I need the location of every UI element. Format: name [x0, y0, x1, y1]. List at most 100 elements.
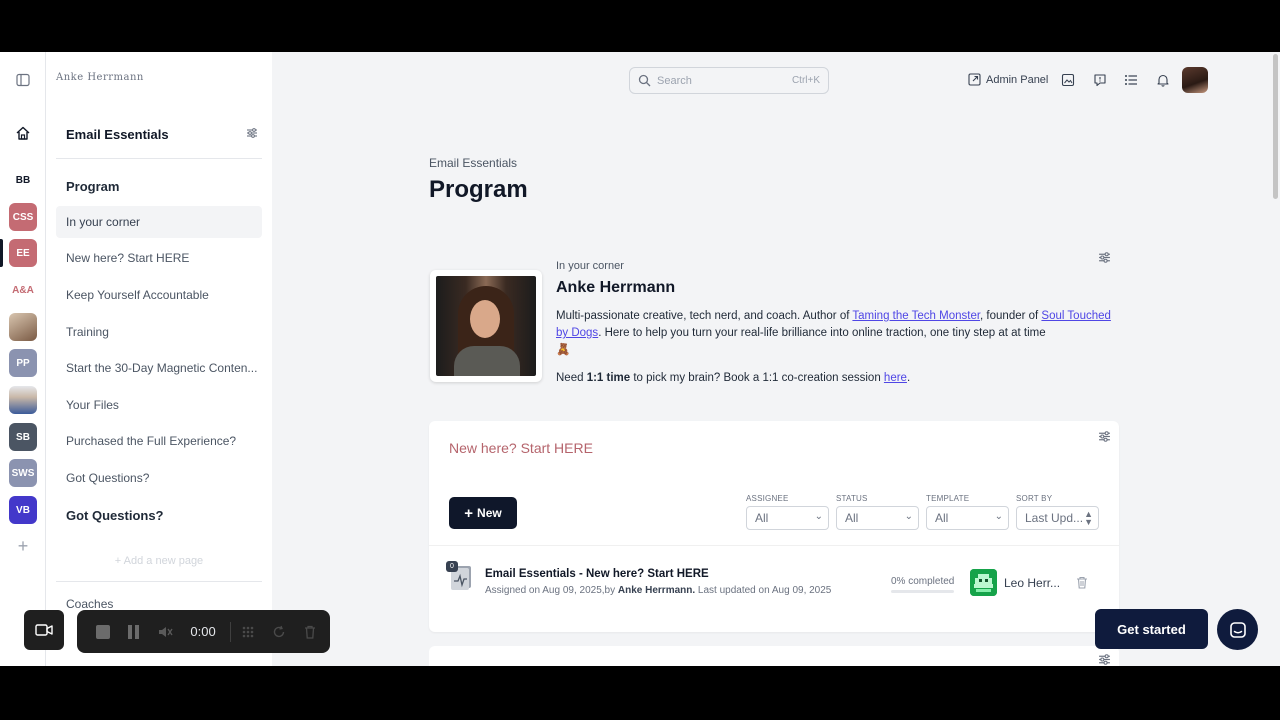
sidebar-item-new-here[interactable]: New here? Start HERE [56, 242, 262, 274]
card-settings-icon[interactable] [1098, 430, 1111, 448]
workspace-avatar-1[interactable] [9, 313, 37, 341]
select-value: All [845, 511, 859, 525]
external-link-icon [968, 73, 981, 86]
pause-recording-button[interactable] [122, 620, 145, 644]
home-icon[interactable] [9, 119, 37, 147]
feedback-icon[interactable] [1092, 72, 1108, 88]
assignee-avatar[interactable] [970, 569, 997, 596]
camera-toggle-button[interactable] [24, 610, 64, 650]
workspace-pp[interactable]: PP [9, 349, 37, 377]
sidebar-item-label: New here? Start HERE [66, 251, 190, 265]
brand-logo: Anke Herrmann [56, 72, 144, 83]
template-filter: TEMPLATE All ⌄ [926, 494, 1009, 530]
page-scrollbar[interactable] [1273, 54, 1278, 199]
search-input[interactable]: Search Ctrl+K [629, 67, 829, 94]
sidebar-item-got-questions-section[interactable]: Got Questions? [56, 499, 262, 531]
sort-select[interactable]: Last Upd... ▲ ▼ [1016, 506, 1099, 530]
booking-emphasis: 1:1 time [586, 372, 631, 384]
workspace-label: A&A [12, 284, 34, 296]
discard-button[interactable] [299, 620, 322, 644]
sidebar-item-label: Purchased the Full Experience? [66, 434, 237, 448]
workspace-ee[interactable]: EE [9, 239, 37, 267]
chevron-down-icon: ⌄ [904, 511, 913, 522]
sidebar-item-full-experience[interactable]: Purchased the Full Experience? [56, 425, 262, 457]
admin-panel-label: Admin Panel [986, 73, 1049, 86]
workspace-label: EE [16, 247, 30, 259]
page-title: Program [429, 176, 528, 203]
search-placeholder: Search [657, 74, 692, 87]
sidebar-toggle-icon[interactable] [16, 73, 30, 92]
sidebar-item-label: Keep Yourself Accountable [66, 288, 209, 302]
sidebar-item-30-day[interactable]: Start the 30-Day Magnetic Conten... [56, 352, 262, 384]
profile-bio: Multi-passionate creative, tech nerd, an… [556, 308, 1112, 359]
workspace-label: PP [16, 357, 30, 369]
workspace-label: SB [16, 431, 30, 443]
task-meta: Assigned on Aug 09, 2025,by Anke Herrman… [485, 585, 831, 596]
new-task-button[interactable]: + New [449, 497, 517, 529]
delete-trash-icon[interactable] [1076, 576, 1088, 594]
task-title-link[interactable]: Email Essentials - New here? Start HERE [485, 568, 709, 580]
sidebar-item-in-your-corner[interactable]: In your corner [56, 206, 262, 238]
sidebar-settings-icon[interactable] [246, 126, 258, 144]
progress-label: 0% completed [891, 576, 955, 587]
add-page-button[interactable]: + Add a new page [56, 549, 262, 573]
assignee-name: Leo Herr... [1004, 576, 1061, 590]
user-avatar[interactable] [1182, 67, 1208, 93]
image-icon[interactable] [1060, 72, 1076, 88]
grid-button[interactable] [237, 620, 260, 644]
task-count-badge: 0 [446, 561, 458, 572]
chat-icon [1229, 621, 1247, 639]
breadcrumb[interactable]: Email Essentials [429, 156, 517, 170]
recorder-toolbar: 0:00 [77, 610, 330, 653]
booking-text-part: . [906, 372, 911, 384]
workspace-label: SWS [11, 467, 35, 479]
booking-text-part: Need [556, 372, 587, 384]
chat-launcher-button[interactable] [1217, 609, 1258, 650]
profile-image [436, 276, 536, 376]
tasks-card: New here? Start HERE + New ASSIGNEE All ⌄… [429, 421, 1119, 632]
sidebar-item-your-files[interactable]: Your Files [56, 389, 262, 421]
bio-text: . Here to help you turn your real-life b… [598, 327, 1046, 339]
sidebar-item-accountable[interactable]: Keep Yourself Accountable [56, 279, 262, 311]
notifications-bell-icon[interactable] [1155, 72, 1171, 88]
chevron-down-icon: ⌄ [994, 511, 1003, 522]
video-camera-icon [35, 623, 53, 637]
workspace-css[interactable]: CSS [9, 203, 37, 231]
workspace-sws[interactable]: SWS [9, 459, 37, 487]
new-button-label: New [477, 506, 502, 520]
restart-button[interactable] [268, 620, 291, 644]
bio-text: , founder of [980, 310, 1042, 322]
section-settings-icon[interactable] [1098, 653, 1111, 666]
plus-icon: + [464, 504, 474, 522]
sidebar-item-label: Got Questions? [66, 471, 150, 485]
add-workspace-icon[interactable]: + [9, 532, 37, 560]
assignee-select[interactable]: All ⌄ [746, 506, 829, 530]
profile-settings-icon[interactable] [1098, 251, 1111, 269]
select-value: Last Upd... [1025, 511, 1084, 525]
workspace-avatar-2[interactable] [9, 386, 37, 414]
status-filter: STATUS All ⌄ [836, 494, 919, 530]
profile-section-label: In your corner [556, 260, 624, 272]
program-sidebar: Anke Herrmann Email Essentials Program I… [46, 52, 272, 666]
admin-panel-link[interactable]: Admin Panel [968, 73, 1048, 86]
booking-here-link[interactable]: here [884, 372, 907, 384]
tasks-list-icon[interactable] [1123, 72, 1139, 88]
sidebar-item-training[interactable]: Training [56, 316, 262, 348]
workspace-vb[interactable]: VB [9, 496, 37, 524]
stop-recording-button[interactable] [91, 620, 114, 644]
status-select[interactable]: All ⌄ [836, 506, 919, 530]
sidebar-item-program[interactable]: Program [56, 170, 262, 202]
sidebar-item-label: Start the 30-Day Magnetic Conten... [66, 361, 258, 375]
task-author: Anke Herrmann. [617, 585, 696, 596]
mute-button[interactable] [153, 620, 176, 644]
sidebar-title: Email Essentials [66, 127, 169, 142]
get-started-button[interactable]: Get started [1095, 609, 1208, 649]
divider [429, 545, 1119, 546]
sidebar-item-got-questions[interactable]: Got Questions? [56, 462, 262, 494]
workspace-bb[interactable]: BB [9, 166, 37, 194]
workspace-sb[interactable]: SB [9, 423, 37, 451]
workspace-aa[interactable]: A&A [9, 276, 37, 304]
task-meta-text: Assigned on Aug 09, 2025,by [485, 585, 618, 596]
taming-the-tech-monster-link[interactable]: Taming the Tech Monster [852, 310, 980, 322]
template-select[interactable]: All ⌄ [926, 506, 1009, 530]
